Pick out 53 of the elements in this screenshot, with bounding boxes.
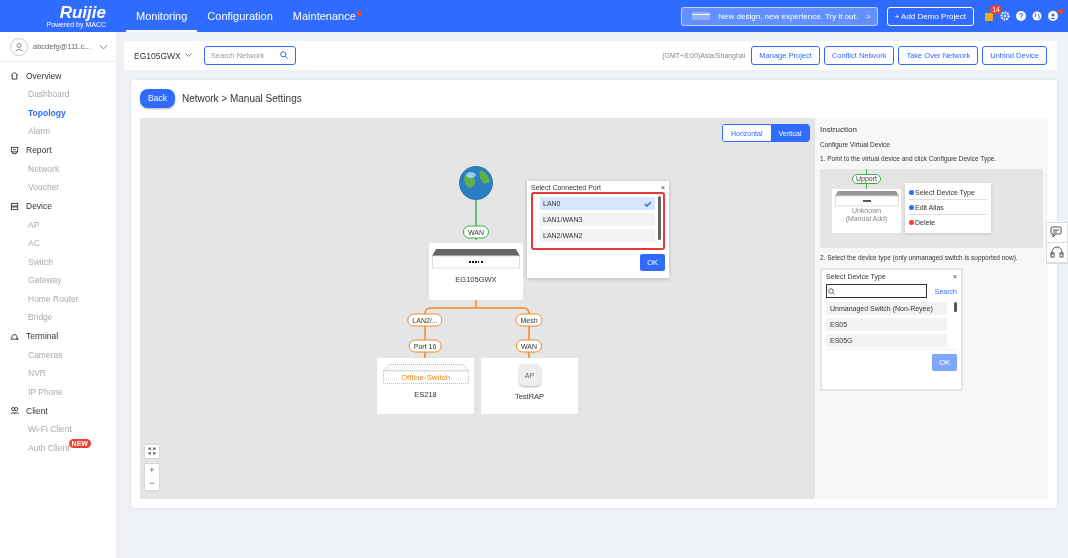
scrollbar <box>954 302 957 312</box>
sidebar-group[interactable]: Report <box>26 145 52 155</box>
panel-title: Instruction <box>820 125 858 134</box>
chat-icon[interactable] <box>1050 226 1064 239</box>
search-icon <box>828 287 835 295</box>
sidebar-item[interactable]: Gateway <box>0 271 116 290</box>
notification-icon[interactable] <box>984 10 994 22</box>
chevron-down-icon[interactable] <box>99 43 108 50</box>
sidebar-item[interactable]: IP Phone <box>0 382 116 401</box>
promo-button[interactable]: New design, new experience. Try it out. > <box>681 6 878 26</box>
user-icon[interactable] <box>1048 11 1058 21</box>
zoom-in-button[interactable]: + <box>145 464 159 477</box>
users-icon <box>10 406 19 415</box>
sidebar-item[interactable]: NVR <box>0 364 116 383</box>
sidebar-item[interactable]: Bridge <box>0 308 116 327</box>
chevron-down-icon <box>184 53 192 58</box>
sidebar-group[interactable]: Device <box>26 201 52 211</box>
breadcrumb: Network > Manual Settings <box>181 92 302 104</box>
help-icon[interactable] <box>1016 11 1026 21</box>
back-button[interactable]: Back <box>140 88 175 108</box>
globe-icon <box>459 166 493 200</box>
sidebar-item[interactable]: Voucher <box>0 178 116 197</box>
sidebar-item[interactable]: Topology <box>0 103 116 122</box>
sidebar-item[interactable]: Dashboard <box>0 85 116 104</box>
sidebar-item[interactable]: Cameras <box>0 345 116 364</box>
sidebar-group[interactable]: Overview <box>26 70 62 81</box>
add-demo-project-button[interactable]: + Add Demo Project <box>886 6 974 26</box>
zoom-out-button[interactable]: − <box>145 477 159 490</box>
sidebar-group[interactable]: Terminal <box>26 331 59 341</box>
nav-tab[interactable]: Configuration <box>197 0 283 32</box>
sidebar-item[interactable]: Wi-Fi Client <box>0 420 116 439</box>
settings-icon[interactable] <box>1000 11 1010 21</box>
sidebar-item[interactable]: Alarm <box>0 122 116 141</box>
sidebar-item[interactable]: Home Router <box>0 289 116 308</box>
globe-icon[interactable] <box>1032 11 1042 21</box>
check-icon <box>644 200 652 207</box>
sidebar-item[interactable]: Network <box>0 159 116 178</box>
router-icon <box>432 249 520 269</box>
fit-view-button[interactable] <box>145 445 159 458</box>
sidebar-item[interactable]: AP <box>0 215 116 234</box>
sidebar-group[interactable]: Client <box>26 405 48 416</box>
banner-icon <box>692 12 711 20</box>
device-icon <box>10 201 19 211</box>
logo: Ruijie <box>59 3 106 21</box>
sidebar-item[interactable]: AC <box>0 234 116 253</box>
sidebar-item[interactable]: Switch <box>0 252 116 271</box>
home-icon <box>10 71 19 80</box>
search-icon <box>279 51 288 59</box>
network-selector[interactable]: EG105GWX <box>134 50 192 61</box>
nav-tab[interactable]: Maintenance <box>282 0 366 32</box>
headset-icon[interactable] <box>1050 246 1064 259</box>
scrollbar <box>658 196 661 240</box>
report-icon <box>10 145 19 155</box>
